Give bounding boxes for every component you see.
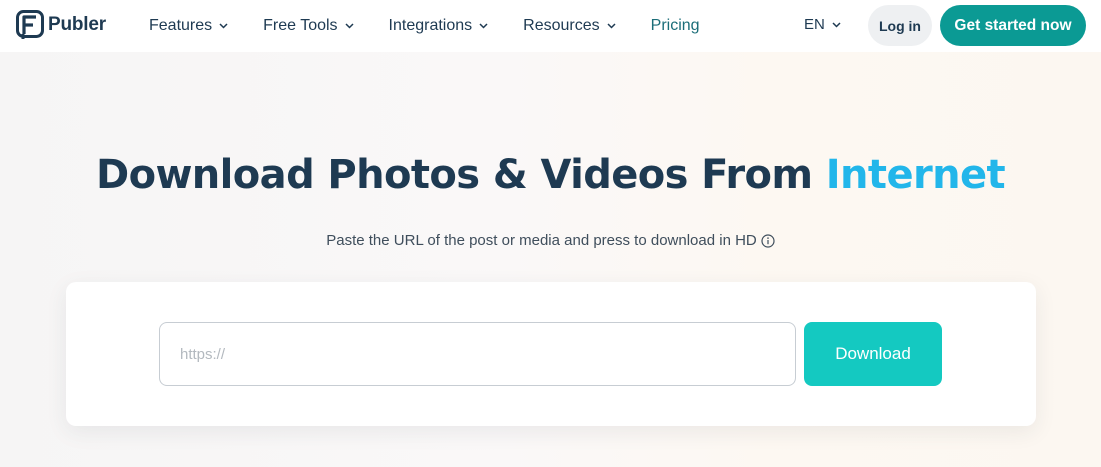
nav-item-resources[interactable]: Resources xyxy=(523,17,616,35)
nav-item-integrations[interactable]: Integrations xyxy=(389,17,489,35)
publer-logo-icon xyxy=(16,10,44,39)
get-started-button[interactable]: Get started now xyxy=(940,5,1086,46)
chevron-down-icon xyxy=(832,21,841,28)
nav-item-pricing[interactable]: Pricing xyxy=(651,17,700,35)
download-card: Download xyxy=(66,282,1036,426)
top-navigation: Publer Features Free Tools Integrations … xyxy=(0,0,1101,52)
page-title-accent: Internet xyxy=(825,152,1006,198)
chevron-down-icon xyxy=(219,23,228,29)
nav-item-free-tools-label: Free Tools xyxy=(263,17,338,34)
nav-item-pricing-label: Pricing xyxy=(650,17,700,34)
nav-item-features-label: Features xyxy=(149,17,213,34)
publer-logo[interactable]: Publer xyxy=(16,10,106,40)
login-button[interactable]: Log in xyxy=(868,5,932,46)
nav-item-resources-label: Resources xyxy=(523,17,600,34)
nav-item-free-tools[interactable]: Free Tools xyxy=(263,17,354,35)
nav-item-features[interactable]: Features xyxy=(149,17,228,35)
hero-section: Download Photos & Videos From Internet P… xyxy=(0,52,1101,467)
nav-item-integrations-label: Integrations xyxy=(388,17,473,34)
page-title-main: Download Photos & Videos From xyxy=(95,152,826,198)
chevron-down-icon xyxy=(345,23,354,29)
chevron-down-icon xyxy=(479,23,488,29)
main-menu: Features Free Tools Integrations Resourc… xyxy=(149,0,700,52)
page-subtitle: Paste the URL of the post or media and p… xyxy=(0,232,1101,249)
subtitle-text: Paste the URL of the post or media and p… xyxy=(326,232,757,249)
brand-name: Publer xyxy=(48,14,106,35)
url-input[interactable] xyxy=(159,322,796,386)
info-icon[interactable] xyxy=(761,233,775,248)
page-title: Download Photos & Videos From Internet xyxy=(0,152,1101,198)
download-button[interactable]: Download xyxy=(804,322,942,386)
chevron-down-icon xyxy=(607,23,616,29)
language-selector[interactable]: EN xyxy=(804,16,841,33)
language-label: EN xyxy=(804,16,825,33)
